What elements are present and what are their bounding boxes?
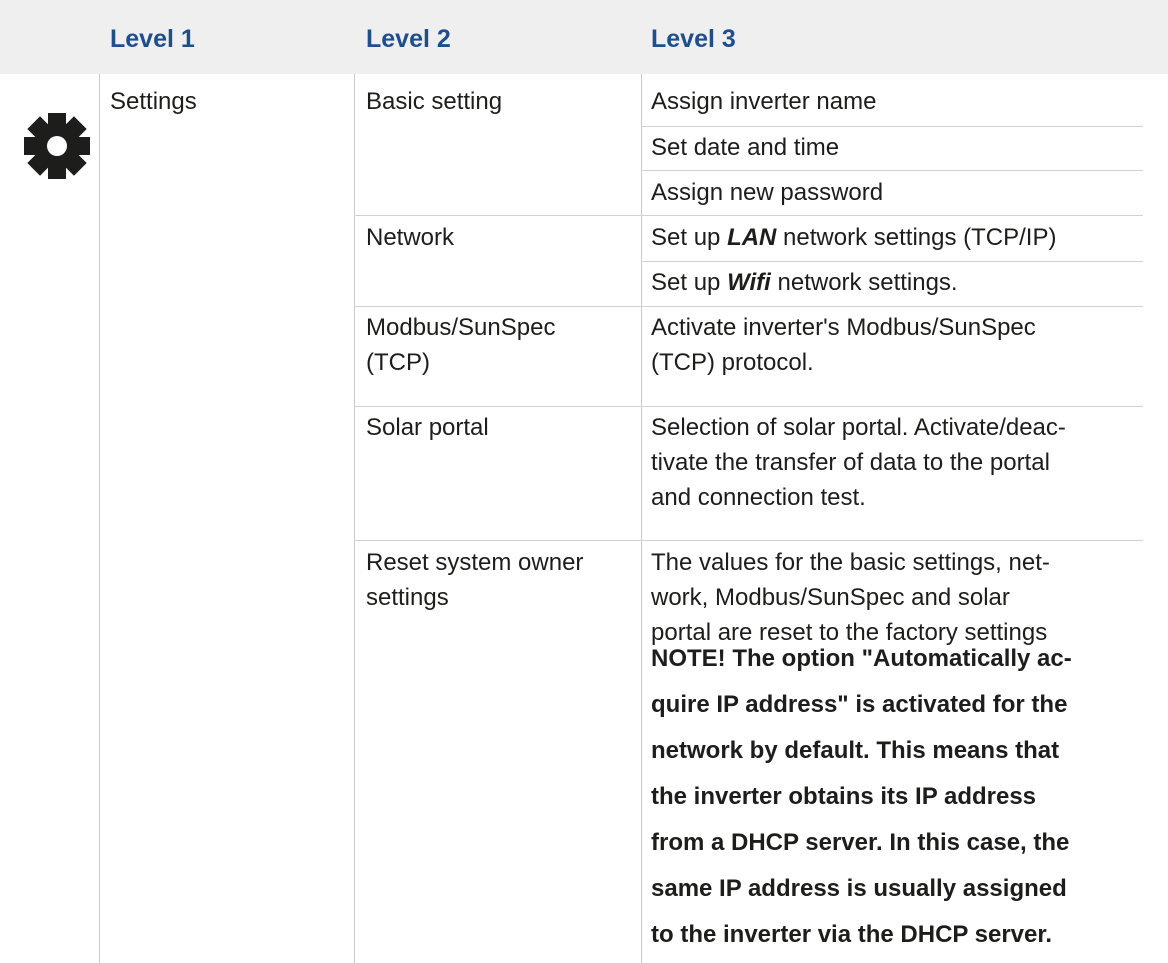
lan-prefix: Set up (651, 224, 728, 251)
level3-note: NOTE! The option "Automatically ac- quir… (651, 636, 1072, 958)
row-divider (354, 406, 1143, 407)
wifi-emphasis: Wifi (727, 269, 771, 296)
level3-solar: Selection of solar portal. Activate/deac… (651, 410, 1066, 515)
row-divider (641, 170, 1143, 171)
level3-modbus: Activate inverter's Modbus/SunSpec (TCP)… (651, 310, 1036, 380)
row-divider (354, 540, 1143, 541)
level3-modbus-line: Activate inverter's Modbus/SunSpec (651, 314, 1036, 341)
level2-network: Network (366, 224, 455, 251)
header-level-2: Level 2 (366, 25, 451, 53)
level1-settings: Settings (110, 88, 197, 115)
lan-suffix: network settings (TCP/IP) (776, 224, 1057, 251)
column-divider (641, 74, 642, 963)
level2-solar-portal: Solar portal (366, 414, 489, 441)
level2-reset: Reset system owner settings (366, 545, 583, 615)
lan-emphasis: LAN (727, 224, 777, 251)
row-divider (354, 306, 1143, 307)
header-level-1: Level 1 (110, 25, 195, 53)
level3-solar-line: tivate the transfer of data to the porta… (651, 449, 1050, 476)
column-divider (354, 74, 355, 963)
note-line: NOTE! The option "Automatically ac- (651, 645, 1072, 672)
level3-solar-line: Selection of solar portal. Activate/deac… (651, 414, 1066, 441)
header-level-3: Level 3 (651, 25, 736, 53)
row-divider (641, 261, 1143, 262)
level2-basic-setting: Basic setting (366, 88, 503, 115)
note-line: quire IP address" is activated for the (651, 691, 1068, 718)
level3-reset-line: The values for the basic settings, net- (651, 549, 1050, 576)
level3-reset-line: work, Modbus/SunSpec and solar (651, 584, 1010, 611)
level2-reset-line: Reset system owner (366, 549, 584, 576)
row-divider (641, 126, 1143, 127)
level3-wifi: Set up Wifi network settings. (651, 265, 958, 300)
table-header: Level 1 Level 2 Level 3 (0, 0, 1168, 74)
level3-assign-name: Assign inverter name (651, 88, 877, 115)
level2-modbus: Modbus/SunSpec (TCP) (366, 310, 555, 380)
note-line: from a DHCP server. In this case, the (651, 829, 1070, 856)
level3-assign-password: Assign new password (651, 179, 884, 206)
wifi-suffix: network settings. (770, 269, 958, 296)
level3-lan: Set up LAN network settings (TCP/IP) (651, 220, 1056, 255)
row-divider (354, 215, 1143, 216)
note-line: the inverter obtains its IP address (651, 783, 1037, 810)
level2-modbus-line: (TCP) (366, 349, 430, 376)
gear-icon (21, 110, 93, 182)
level3-solar-line: and connection test. (651, 484, 866, 511)
note-line: same IP address is usually assigned (651, 875, 1067, 902)
level3-reset: The values for the basic settings, net- … (651, 545, 1050, 650)
wifi-prefix: Set up (651, 269, 728, 296)
note-line: to the inverter via the DHCP server. (651, 921, 1053, 948)
level3-set-date: Set date and time (651, 134, 840, 161)
level2-modbus-line: Modbus/SunSpec (366, 314, 556, 341)
column-divider (99, 74, 100, 963)
note-line: network by default. This means that (651, 737, 1060, 764)
level2-reset-line: settings (366, 584, 449, 611)
level3-modbus-line: (TCP) protocol. (651, 349, 814, 376)
